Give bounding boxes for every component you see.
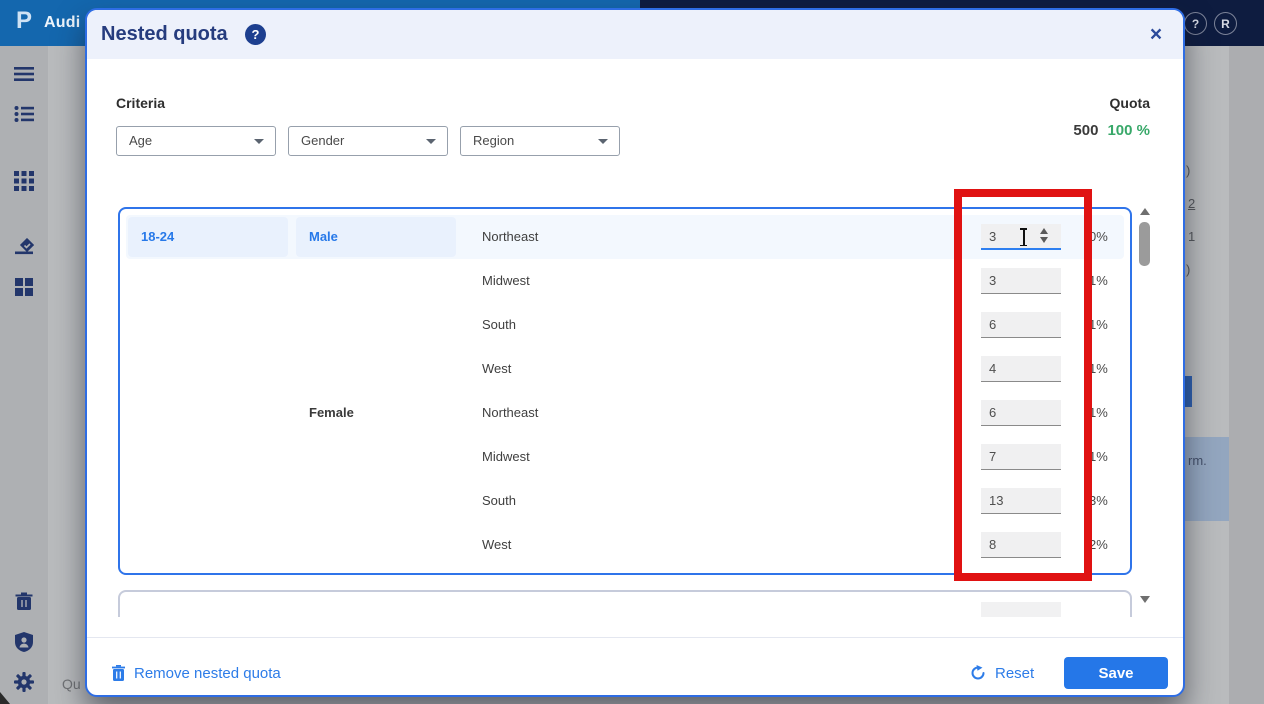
page-background-right: [1229, 46, 1264, 704]
criteria-dropdown-age[interactable]: Age: [116, 126, 276, 156]
grid-icon[interactable]: [14, 171, 34, 191]
quota-total: 500: [1073, 122, 1099, 139]
reset-button[interactable]: Reset: [970, 659, 1034, 687]
region-label: West: [482, 537, 512, 552]
list-icon[interactable]: [14, 104, 34, 124]
scrollbar-thumb[interactable]: [1139, 222, 1150, 266]
save-button[interactable]: Save: [1064, 657, 1168, 689]
scroll-down-icon[interactable]: [1140, 596, 1150, 603]
age-value: 18-24: [141, 229, 175, 244]
criteria-label: Criteria: [116, 95, 166, 111]
menu-icon[interactable]: [14, 64, 34, 84]
quota-percent: 100 %: [1107, 122, 1150, 139]
quota-label: Quota: [1109, 95, 1150, 111]
avatar[interactable]: R: [1214, 12, 1237, 35]
app-name: Audi: [44, 14, 81, 31]
bg-quota-fragment: Qu: [62, 676, 81, 692]
criteria-dropdown-region[interactable]: Region: [460, 126, 620, 156]
dropdown-value: Age: [129, 133, 153, 148]
mouse-cursor-fragment: [0, 692, 10, 704]
bg-fragment: 1: [1188, 229, 1196, 244]
age-chip: 18-24: [128, 217, 288, 257]
dialog-header: Nested quota ? ×: [87, 10, 1183, 59]
bg-fragment-text: rm.: [1188, 453, 1207, 468]
criteria-dropdown-gender[interactable]: Gender: [288, 126, 448, 156]
bg-highlight-fragment: rm.: [1185, 437, 1229, 521]
annotation-red-box: [954, 189, 1092, 581]
bg-fragment: ): [1186, 262, 1191, 277]
gender-value: Male: [309, 229, 338, 244]
dropdown-value: Region: [473, 133, 515, 148]
region-label: West: [482, 361, 512, 376]
region-label: South: [482, 317, 516, 332]
help-icon[interactable]: ?: [245, 24, 266, 45]
bg-button-fragment: [1185, 376, 1192, 407]
gender-label: Female: [309, 405, 354, 420]
app-logo: P: [16, 7, 33, 34]
region-label: South: [482, 493, 516, 508]
next-quota-table: [118, 590, 1132, 617]
remove-nested-quota-button[interactable]: Remove nested quota: [112, 659, 281, 687]
chevron-down-icon: [254, 139, 264, 144]
quota-values: 500 100 %: [1073, 122, 1150, 139]
bg-fragment: 2: [1188, 196, 1196, 211]
scroll-up-icon[interactable]: [1140, 208, 1150, 215]
dropdown-value: Gender: [301, 133, 345, 148]
chevron-down-icon: [598, 139, 608, 144]
next-quota-table-clip: [118, 590, 1132, 617]
help-button[interactable]: ?: [1184, 12, 1207, 35]
reset-label: Reset: [995, 664, 1035, 682]
trash-icon: [112, 665, 125, 681]
shield-user-icon[interactable]: [14, 632, 34, 652]
region-label: Midwest: [482, 273, 530, 288]
chevron-down-icon: [426, 139, 436, 144]
close-icon[interactable]: ×: [1141, 20, 1171, 50]
region-label: Midwest: [482, 449, 530, 464]
reset-icon: [971, 665, 985, 680]
gear-icon[interactable]: [14, 672, 34, 692]
region-label: Northeast: [482, 229, 539, 244]
bg-fragment: ): [1186, 163, 1191, 178]
ballot-icon[interactable]: [14, 238, 34, 258]
sidebar: [0, 46, 48, 704]
apps-icon[interactable]: [14, 277, 34, 297]
quota-input-partial: [981, 602, 1061, 617]
region-label: Northeast: [482, 405, 539, 420]
nested-quota-dialog: Nested quota ? × Criteria Quota 500 100 %…: [85, 8, 1185, 697]
dialog-title: Nested quota: [101, 23, 228, 45]
footer-divider: [87, 637, 1183, 638]
remove-label: Remove nested quota: [134, 664, 281, 682]
gender-chip: Male: [296, 217, 456, 257]
trash-icon[interactable]: [14, 592, 34, 612]
